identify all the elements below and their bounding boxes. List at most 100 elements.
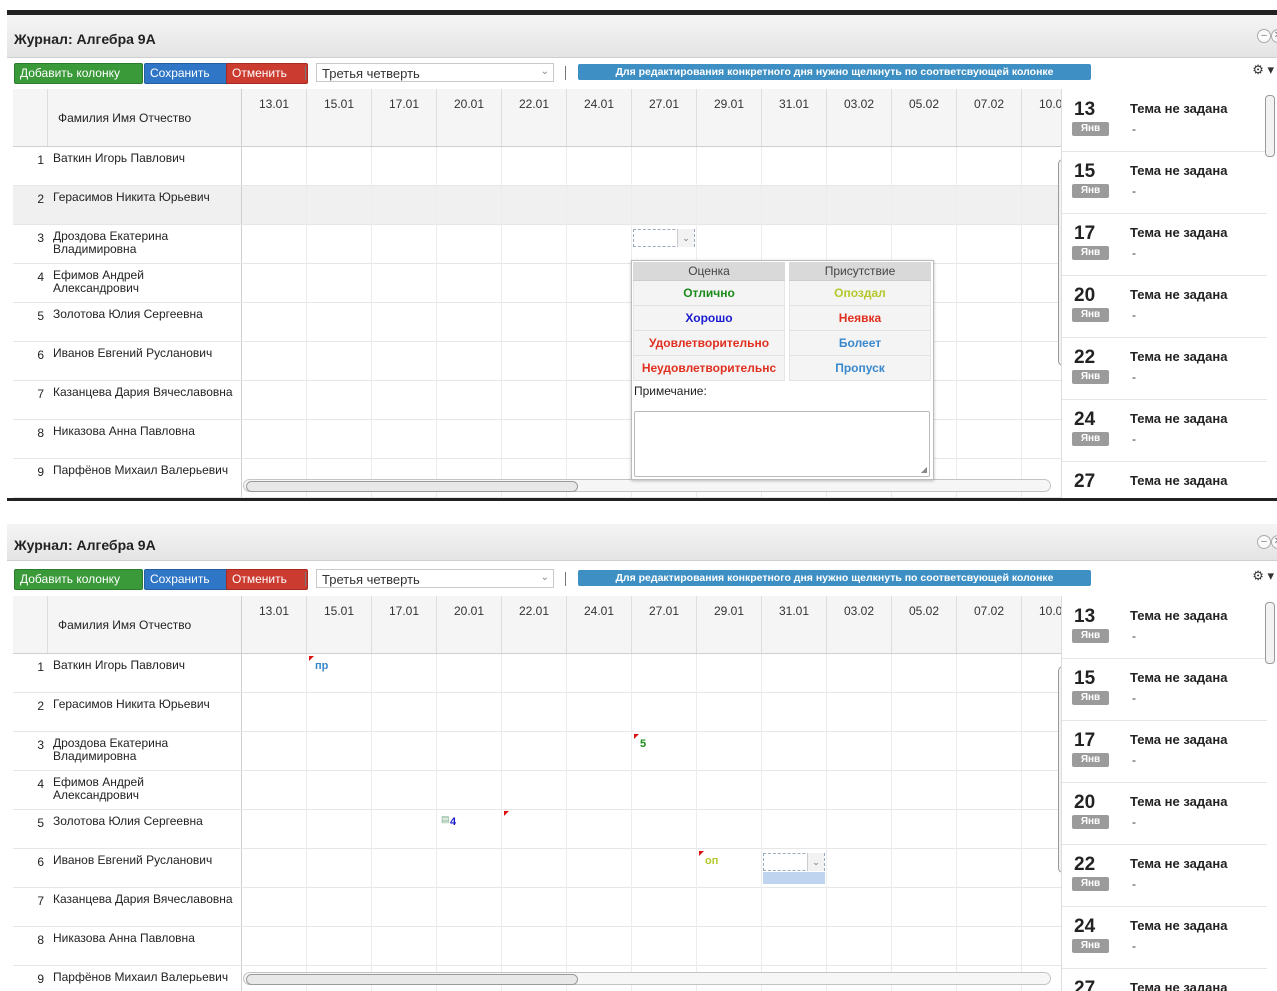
date-column-header[interactable]: 29.01 (697, 89, 762, 146)
topic-item[interactable]: 20 Янв Тема не задана - (1062, 275, 1267, 338)
topic-item[interactable]: 22 Янв Тема не задана - (1062, 337, 1267, 400)
topic-item[interactable]: 27 Тема не задана (1062, 968, 1267, 991)
date-label: 03.02 (843, 97, 875, 111)
date-column-header[interactable]: 03.02 (827, 596, 892, 653)
date-column-header[interactable]: 05.02 (892, 596, 957, 653)
add-column-button[interactable]: Добавить колонку (14, 569, 143, 590)
title-bar: Журнал: Алгебра 9А – ✕ (7, 15, 1277, 58)
topic-title: Тема не задана (1130, 794, 1228, 809)
topic-item[interactable]: 13 Янв Тема не задана - (1062, 89, 1267, 152)
topic-item[interactable]: 17 Янв Тема не задана - (1062, 213, 1267, 276)
row-number: 1 (13, 147, 47, 185)
chevron-down-icon[interactable]: ⌄ (807, 853, 824, 871)
date-column-header[interactable]: 24.01 (567, 89, 632, 146)
horizontal-scrollbar-thumb[interactable] (246, 974, 578, 985)
quarter-select[interactable]: Третья четверть ⌄ (316, 63, 554, 82)
horizontal-scrollbar[interactable] (243, 972, 1051, 985)
grade-cell-dropdown[interactable]: ⌄ (633, 229, 695, 247)
date-column-header[interactable]: 20.01 (437, 596, 502, 653)
window-controls: – ✕ (1257, 29, 1277, 45)
date-column-header[interactable]: 13.01 (242, 89, 307, 146)
row-number-value: 2 (37, 192, 44, 206)
row-number: 5 (13, 303, 47, 341)
sidebar-scrollbar[interactable] (1265, 602, 1275, 664)
attendance-mark-late[interactable]: оп (705, 855, 718, 867)
date-column-header[interactable]: 17.01 (372, 596, 437, 653)
grade-option-satisfactory[interactable]: Удовлетворительно (634, 331, 784, 356)
attendance-option-sick[interactable]: Болеет (790, 331, 930, 356)
attendance-option-absent[interactable]: Неявка (790, 306, 930, 331)
grade-option-unsatisfactory[interactable]: Неудовлетворительнс (634, 356, 784, 381)
row-number-value: 6 (37, 855, 44, 869)
attendance-option-late[interactable]: Опоздал (790, 281, 930, 306)
quarter-select[interactable]: Третья четверть ⌄ (316, 569, 554, 588)
attendance-option-skip[interactable]: Пропуск (790, 356, 930, 381)
topic-item[interactable]: 22 Янв Тема не задана - (1062, 844, 1267, 907)
chevron-down-icon[interactable]: ⌄ (677, 229, 694, 247)
date-column-header[interactable]: 22.01 (502, 89, 567, 146)
topic-title: Тема не задана (1130, 856, 1228, 871)
topic-item[interactable]: 24 Янв Тема не задана - (1062, 906, 1267, 969)
add-column-button[interactable]: Добавить колонку (14, 63, 143, 84)
divider (305, 572, 306, 586)
date-column-header[interactable]: 10.02 (1022, 596, 1065, 653)
resize-handle-icon[interactable]: ◢ (921, 465, 927, 474)
date-column-header[interactable]: 15.01 (307, 596, 372, 653)
minimize-icon[interactable]: – (1257, 535, 1271, 549)
horizontal-scrollbar[interactable] (243, 479, 1051, 492)
date-column-header[interactable]: 27.01 (632, 89, 697, 146)
topic-title: Тема не задана (1130, 732, 1228, 747)
save-button[interactable]: Сохранить (144, 63, 231, 84)
horizontal-scrollbar-thumb[interactable] (246, 481, 578, 492)
minimize-icon[interactable]: – (1257, 29, 1271, 43)
topic-item[interactable]: 27 Тема не задана (1062, 461, 1267, 498)
cancel-button[interactable]: Отменить (226, 569, 308, 590)
cancel-button[interactable]: Отменить (226, 63, 308, 84)
topic-item[interactable]: 13 Янв Тема не задана - (1062, 596, 1267, 659)
table-row: 2 Герасимов Никита Юрьевич (13, 693, 1065, 732)
grade-option-good[interactable]: Хорошо (634, 306, 784, 331)
grade-option-excellent[interactable]: Отлично (634, 281, 784, 306)
grade-mark-five[interactable]: 5 (640, 738, 646, 750)
gear-icon[interactable]: ⚙ ▾ (1252, 568, 1274, 584)
topic-item[interactable]: 17 Янв Тема не задана - (1062, 720, 1267, 783)
student-name: Герасимов Никита Юрьевич (48, 693, 242, 731)
date-column-header[interactable]: 24.01 (567, 596, 632, 653)
comment-icon[interactable]: ▤ (441, 814, 450, 825)
topic-item[interactable]: 20 Янв Тема не задана - (1062, 782, 1267, 845)
date-column-header[interactable]: 07.02 (957, 89, 1022, 146)
date-column-header[interactable]: 05.02 (892, 89, 957, 146)
date-column-header[interactable]: 03.02 (827, 89, 892, 146)
sidebar-scrollbar[interactable] (1265, 95, 1275, 157)
student-name: Парфёнов Михаил Валерьевич (48, 459, 242, 497)
date-column-header[interactable]: 17.01 (372, 89, 437, 146)
date-column-header[interactable]: 13.01 (242, 596, 307, 653)
date-column-header[interactable]: 20.01 (437, 89, 502, 146)
student-name: Дроздова Екатерина Владимировна (48, 225, 242, 263)
date-label: 27.01 (648, 97, 680, 111)
grade-cell-dropdown[interactable]: ⌄ (763, 853, 825, 871)
attendance-mark-pr[interactable]: пр (315, 660, 328, 672)
date-column-header[interactable]: 10.02 (1022, 89, 1065, 146)
grade-mark-four[interactable]: 4 (450, 816, 456, 828)
save-button[interactable]: Сохранить (144, 569, 231, 590)
date-column-header[interactable]: 07.02 (957, 596, 1022, 653)
topic-item[interactable]: 15 Янв Тема не задана - (1062, 151, 1267, 214)
topic-note: - (1132, 629, 1136, 643)
date-column-header[interactable]: 22.01 (502, 596, 567, 653)
close-icon[interactable]: ✕ (1271, 535, 1277, 549)
date-column-header[interactable]: 15.01 (307, 89, 372, 146)
date-column-header[interactable]: 31.01 (762, 596, 827, 653)
date-column-header[interactable]: 27.01 (632, 596, 697, 653)
topic-item[interactable]: 15 Янв Тема не задана - (1062, 658, 1267, 721)
date-column-header[interactable]: 31.01 (762, 89, 827, 146)
topic-note: - (1132, 939, 1136, 953)
gear-icon[interactable]: ⚙ ▾ (1252, 62, 1274, 78)
topic-item[interactable]: 24 Янв Тема не задана - (1062, 399, 1267, 462)
student-name-value: Парфёнов Михаил Валерьевич (53, 463, 229, 477)
date-column-header[interactable]: 29.01 (697, 596, 762, 653)
student-name-value: Золотова Юлия Сергеевна (53, 814, 203, 828)
chevron-down-icon: ⌄ (540, 572, 549, 583)
note-textarea[interactable]: ◢ (634, 411, 930, 477)
close-icon[interactable]: ✕ (1271, 29, 1277, 43)
